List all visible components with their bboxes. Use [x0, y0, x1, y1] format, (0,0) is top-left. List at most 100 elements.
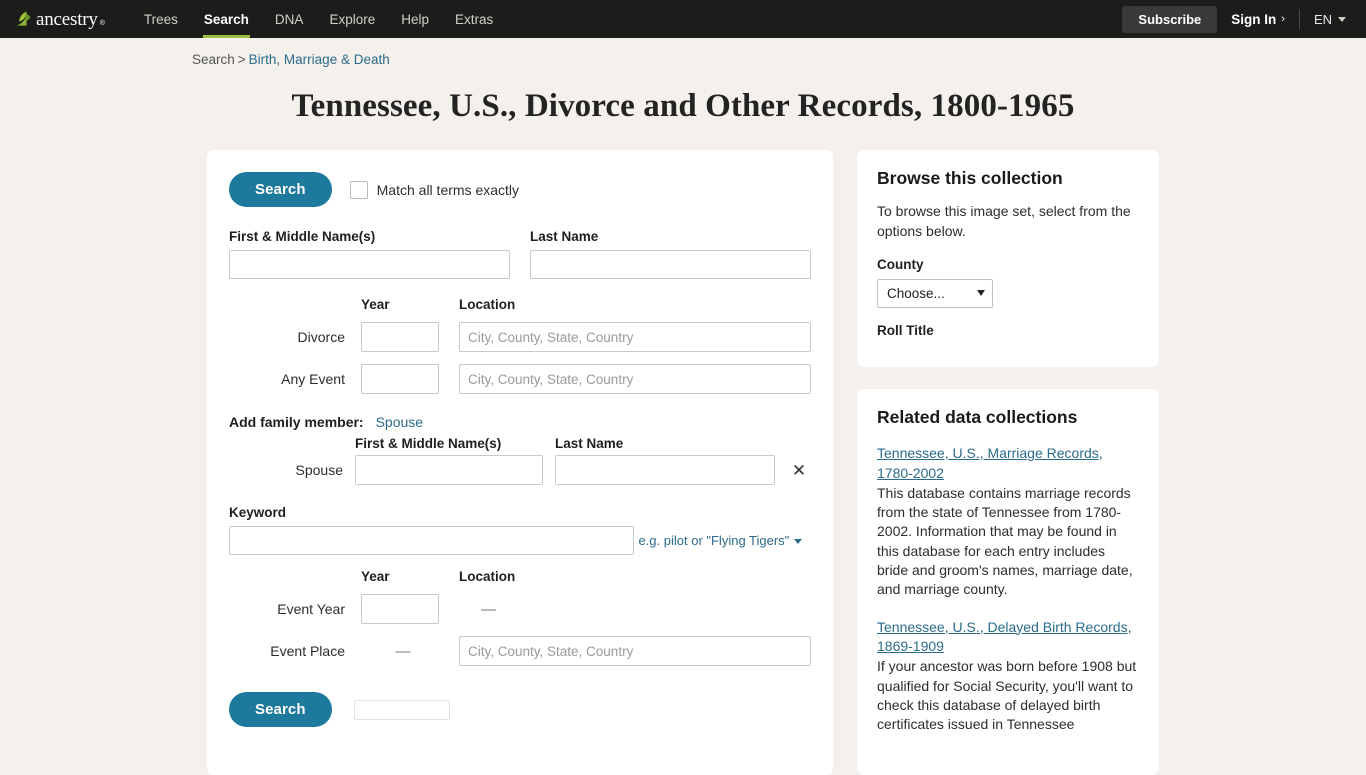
- divorce-year-cell: [361, 316, 445, 358]
- search-button-top[interactable]: Search: [229, 172, 332, 208]
- nav-item-trees[interactable]: Trees: [131, 0, 191, 38]
- keyword-label: Keyword: [229, 505, 287, 521]
- any-event-year-cell: [361, 358, 445, 400]
- location-column-header: Location: [459, 297, 516, 313]
- name-fields-row: First & Middle Name(s) Last Name: [229, 229, 811, 280]
- divorce-location-input[interactable]: [459, 322, 811, 353]
- language-selector[interactable]: EN: [1300, 12, 1356, 27]
- chevron-down-icon: [1338, 16, 1346, 22]
- language-label: EN: [1313, 11, 1332, 27]
- add-family-member-row: Add family member: Spouse: [229, 414, 811, 430]
- spouse-last-name-input[interactable]: [555, 455, 775, 486]
- any-event-row-label: Any Event: [281, 371, 345, 388]
- spouse-last-name-cell: [555, 455, 775, 486]
- year-column-header: Year: [361, 297, 390, 313]
- logo-trademark: ®: [99, 20, 105, 27]
- event-place-year-dash: —: [395, 642, 411, 660]
- ancestry-logo[interactable]: ancestry ®: [14, 9, 105, 29]
- subscribe-button[interactable]: Subscribe: [1122, 5, 1218, 33]
- event-place-location-cell: [459, 630, 811, 672]
- nav-item-extras[interactable]: Extras: [442, 0, 506, 38]
- logo-wordmark: ancestry: [36, 9, 98, 30]
- event-year-cell: [361, 588, 445, 630]
- divorce-row-label: Divorce: [297, 329, 345, 346]
- event-year-row-label: Event Year: [277, 601, 345, 618]
- page-body: Search Match all terms exactly First & M…: [207, 126, 1159, 775]
- breadcrumb: Search > Birth, Marriage & Death: [0, 38, 1366, 67]
- event-grid: Year Location Divorce Any Event: [229, 297, 811, 400]
- browse-description: To browse this image set, select from th…: [877, 203, 1131, 239]
- county-selected-value: Choose...: [887, 285, 945, 301]
- divorce-location-cell: [459, 316, 811, 358]
- sign-in-label: Sign In: [1231, 11, 1277, 27]
- county-select[interactable]: Choose...: [877, 278, 993, 308]
- top-navigation-bar: ancestry ® Trees Search DNA Explore Help…: [0, 0, 1366, 38]
- nav-item-explore[interactable]: Explore: [316, 0, 388, 38]
- spouse-first-name-header: First & Middle Name(s): [355, 436, 502, 452]
- remove-spouse-icon[interactable]: ✕: [787, 462, 811, 479]
- county-label: County: [877, 256, 924, 272]
- related-title: Related data collections: [877, 406, 1078, 427]
- sign-in-button[interactable]: Sign In ›: [1217, 12, 1299, 27]
- add-spouse-link[interactable]: Spouse: [376, 414, 423, 430]
- match-exact-checkbox-group[interactable]: Match all terms exactly: [349, 180, 520, 199]
- any-event-year-input[interactable]: [361, 364, 439, 395]
- chevron-right-icon: ›: [1281, 13, 1285, 25]
- nav-item-search[interactable]: Search: [191, 0, 262, 38]
- spouse-first-name-input[interactable]: [355, 455, 543, 486]
- match-exact-checkbox[interactable]: [349, 180, 368, 199]
- keyword-hint-text: e.g. pilot or "Flying Tigers": [638, 533, 790, 549]
- search-button-bottom[interactable]: Search: [229, 692, 332, 728]
- bottom-checkbox[interactable]: [353, 699, 450, 720]
- spouse-first-name-cell: [355, 455, 543, 486]
- chevron-down-icon: [794, 539, 803, 545]
- sidebar: Browse this collection To browse this im…: [857, 150, 1159, 775]
- event-year-input[interactable]: [361, 594, 439, 625]
- browse-collection-card: Browse this collection To browse this im…: [857, 150, 1159, 367]
- related-description: If your ancestor was born before 1908 bu…: [877, 658, 1137, 733]
- related-item: Tennessee, U.S., Marriage Records, 1780-…: [877, 444, 1139, 600]
- primary-nav: Trees Search DNA Explore Help Extras: [131, 0, 506, 38]
- keyword-input[interactable]: [229, 526, 634, 556]
- nav-item-help[interactable]: Help: [388, 0, 442, 38]
- last-name-label: Last Name: [530, 229, 599, 245]
- add-family-member-label: Add family member:: [229, 414, 364, 431]
- search-action-row: Search Match all terms exactly: [229, 172, 811, 208]
- search-form-card: Search Match all terms exactly First & M…: [207, 150, 833, 775]
- keyword-group: Keyword e.g. pilot or "Flying Tigers": [229, 505, 811, 556]
- last-name-group: Last Name: [530, 229, 811, 280]
- leaf-icon: [16, 11, 31, 26]
- breadcrumb-current[interactable]: Birth, Marriage & Death: [249, 52, 390, 67]
- event-year-place-grid: Year Location Event Year — Event Place —: [229, 569, 811, 672]
- event-place-row-label: Event Place: [270, 643, 345, 660]
- first-name-group: First & Middle Name(s): [229, 229, 510, 280]
- related-link-delayed-birth-records[interactable]: Tennessee, U.S., Delayed Birth Records, …: [877, 618, 1139, 658]
- chevron-down-icon: [977, 290, 985, 297]
- nav-item-dna[interactable]: DNA: [262, 0, 317, 38]
- keyword-hint-toggle[interactable]: e.g. pilot or "Flying Tigers": [638, 533, 803, 549]
- related-link-marriage-records[interactable]: Tennessee, U.S., Marriage Records, 1780-…: [877, 444, 1139, 484]
- any-event-location-input[interactable]: [459, 364, 811, 395]
- breadcrumb-root[interactable]: Search: [192, 52, 235, 67]
- related-collections-card: Related data collections Tennessee, U.S.…: [857, 388, 1159, 775]
- event-place-year-dash-cell: —: [361, 637, 445, 666]
- event-year-location-dash-cell: —: [459, 595, 811, 624]
- first-name-input[interactable]: [229, 250, 510, 280]
- roll-title-label: Roll Title: [877, 322, 934, 338]
- year-column-header-2: Year: [361, 569, 390, 585]
- location-column-header-2: Location: [459, 569, 516, 585]
- nav-right-group: Subscribe Sign In › EN: [1122, 0, 1356, 38]
- browse-title: Browse this collection: [877, 168, 1063, 189]
- match-exact-label: Match all terms exactly: [376, 181, 520, 198]
- spouse-grid: First & Middle Name(s) Last Name Spouse …: [229, 436, 811, 486]
- spouse-last-name-header: Last Name: [555, 436, 624, 452]
- divorce-year-input[interactable]: [361, 322, 439, 353]
- any-event-location-cell: [459, 358, 811, 400]
- event-place-input[interactable]: [459, 636, 811, 667]
- last-name-input[interactable]: [530, 250, 811, 280]
- page-title: Tennessee, U.S., Divorce and Other Recor…: [291, 88, 1075, 124]
- related-item: Tennessee, U.S., Delayed Birth Records, …: [877, 618, 1139, 735]
- first-name-label: First & Middle Name(s): [229, 229, 376, 245]
- related-description: This database contains marriage records …: [877, 484, 1133, 598]
- breadcrumb-separator: >: [237, 52, 246, 67]
